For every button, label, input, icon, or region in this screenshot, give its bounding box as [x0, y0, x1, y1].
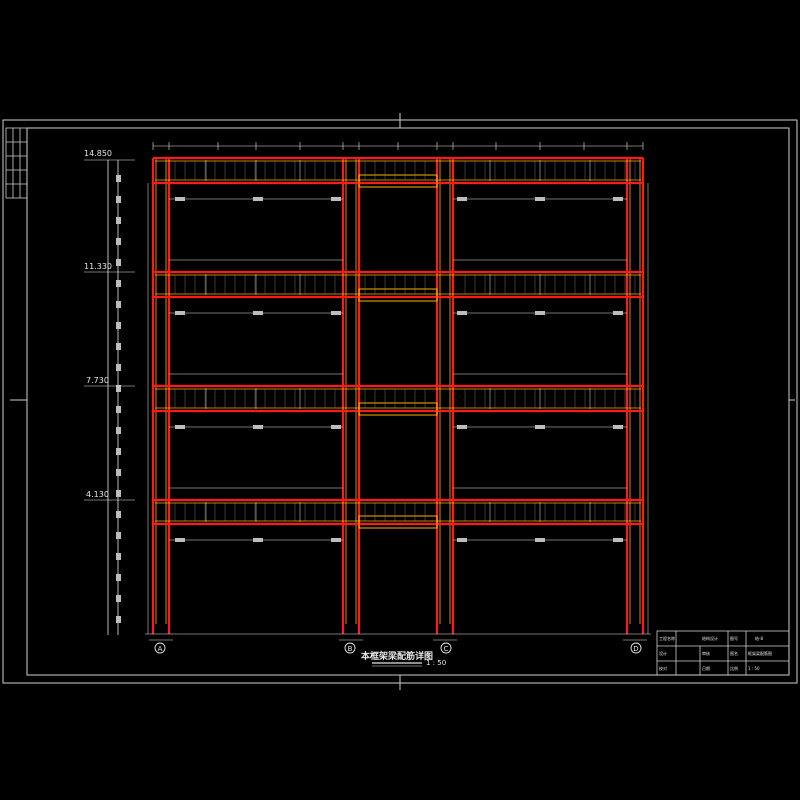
axis-label-b: B: [348, 645, 353, 653]
elevation-ticks: [84, 159, 135, 623]
elevation-label-2: 4.130: [86, 490, 109, 499]
binding-strip: [5, 127, 28, 199]
tb-review-label: 审核: [702, 650, 710, 656]
elevation-tick-301: [116, 301, 121, 308]
rebar-tag-2-5: [613, 425, 623, 429]
tb-project-value: 结构设计: [702, 635, 718, 641]
drawing-title: 本框架梁配筋详图: [361, 650, 433, 662]
corridor-beam-1: [358, 288, 438, 302]
rebar-tag-0-1: [253, 197, 263, 201]
rebar-tag-2-3: [457, 425, 467, 429]
tb-scale-value: 1 : 50: [748, 666, 760, 671]
elevation-tick-616: [116, 616, 121, 623]
axis-label-d: D: [633, 645, 638, 653]
rebar-tag-0-4: [535, 197, 545, 201]
axis-bubble-b: B: [344, 642, 356, 654]
rebar-tag-1-3: [457, 311, 467, 315]
elevation-tick-364: [116, 364, 121, 371]
rebar-tag-3-3: [457, 538, 467, 542]
elevation-tick-448: [116, 448, 121, 455]
elevation-tick-490: [116, 490, 121, 497]
elevation-tick-595: [116, 595, 121, 602]
tb-scale-label: 比例: [730, 665, 738, 671]
rebar-tag-1-5: [613, 311, 623, 315]
elevation-tick-259: [116, 259, 121, 266]
elevation-tick-322: [116, 322, 121, 329]
tb-design-label: 设计: [659, 650, 667, 656]
rebar-tag-3-1: [253, 538, 263, 542]
elevation-tick-532: [116, 532, 121, 539]
axis-label-a: A: [158, 645, 163, 653]
rebar-tag-0-3: [457, 197, 467, 201]
rebar-tag-2-0: [175, 425, 185, 429]
elevation-dimension-line: [107, 160, 119, 635]
rebar-tag-3-2: [331, 538, 341, 542]
tb-project-label: 工程名称: [659, 635, 675, 641]
axis-bubble-d: D: [630, 642, 642, 654]
elevation-tick-406: [116, 406, 121, 413]
elevation-tick-427: [116, 427, 121, 434]
elevation-tick-469: [116, 469, 121, 476]
axis-label-c: C: [444, 645, 449, 653]
elevation-tick-175: [116, 175, 121, 182]
rebar-tag-2-2: [331, 425, 341, 429]
rebar-tag-1-1: [253, 311, 263, 315]
elevation-label-4: 11.330: [84, 262, 112, 271]
rebar-tag-3-5: [613, 538, 623, 542]
rebar-tag-0-5: [613, 197, 623, 201]
rebar-tag-2-4: [535, 425, 545, 429]
tb-name-value: 框架梁配筋图: [748, 650, 772, 656]
elevation-label-roof: 14.850: [84, 149, 112, 158]
rebar-tag-0-2: [331, 197, 341, 201]
elevation-tick-574: [116, 574, 121, 581]
tb-drawing-no-value: 结-8: [755, 635, 763, 641]
cad-drawing-canvas: 14.850 11.330 7.730 4.130 A B C D 本框架梁配筋…: [0, 0, 800, 800]
tb-check-label: 校对: [659, 665, 667, 671]
elevation-tick-343: [116, 343, 121, 350]
elevation-tick-511: [116, 511, 121, 518]
tb-date-label: 日期: [702, 665, 710, 671]
outer-border: [2, 119, 798, 684]
tb-name-label: 图名: [730, 650, 738, 656]
elevation-tick-280: [116, 280, 121, 287]
corridor-beam-0: [358, 174, 438, 188]
axis-bubble-a: A: [154, 642, 166, 654]
elevation-tick-217: [116, 217, 121, 224]
inner-border: [26, 127, 790, 676]
structural-drawing: 14.850 11.330 7.730 4.130 A B C D 本框架梁配筋…: [2, 113, 798, 690]
drawing-scale: 1 : 50: [426, 659, 446, 667]
rebar-tag-1-4: [535, 311, 545, 315]
corridor-beam-3: [358, 515, 438, 529]
elevation-tick-238: [116, 238, 121, 245]
elevation-label-3: 7.730: [86, 376, 109, 385]
rebar-tag-0-0: [175, 197, 185, 201]
rebar-tag-1-2: [331, 311, 341, 315]
corridor-beam-2: [358, 402, 438, 416]
rebar-tag-3-0: [175, 538, 185, 542]
rebar-tag-1-0: [175, 311, 185, 315]
tb-drawing-no-label: 图号: [730, 635, 738, 641]
rebar-tag-2-1: [253, 425, 263, 429]
elevation-tick-553: [116, 553, 121, 560]
elevation-tick-196: [116, 196, 121, 203]
axis-bubble-c: C: [440, 642, 452, 654]
rebar-tag-3-4: [535, 538, 545, 542]
frame-elevation: [145, 142, 651, 641]
centre-marks: [10, 113, 795, 690]
